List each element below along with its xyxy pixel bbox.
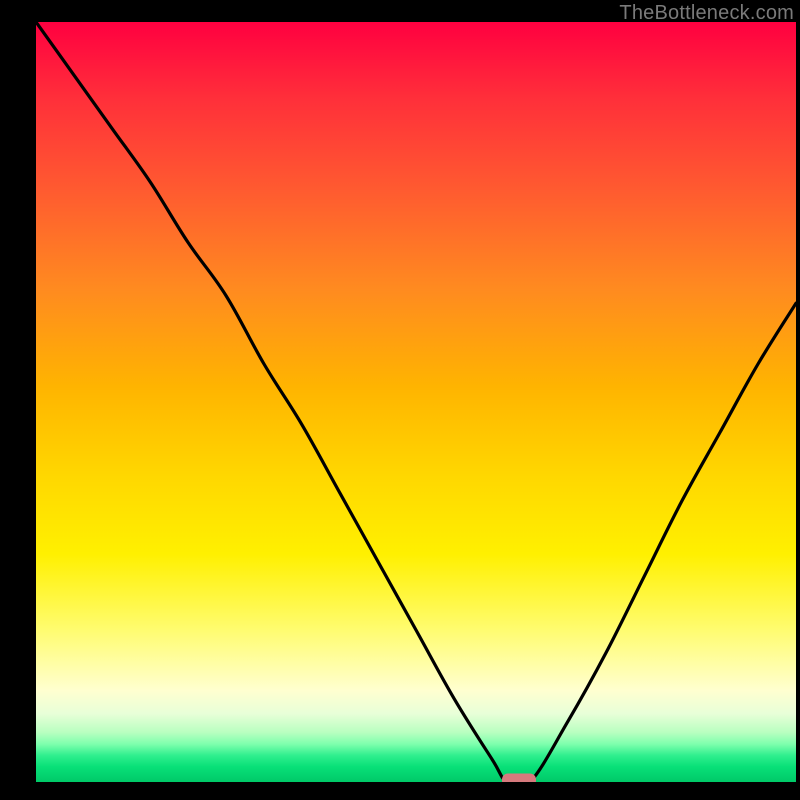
curve-svg: [36, 22, 796, 782]
chart-frame: TheBottleneck.com: [0, 0, 800, 800]
bottleneck-curve-path: [36, 22, 796, 782]
watermark-text: TheBottleneck.com: [619, 2, 794, 25]
plot-area: [36, 22, 796, 782]
optimum-marker: [502, 774, 536, 783]
